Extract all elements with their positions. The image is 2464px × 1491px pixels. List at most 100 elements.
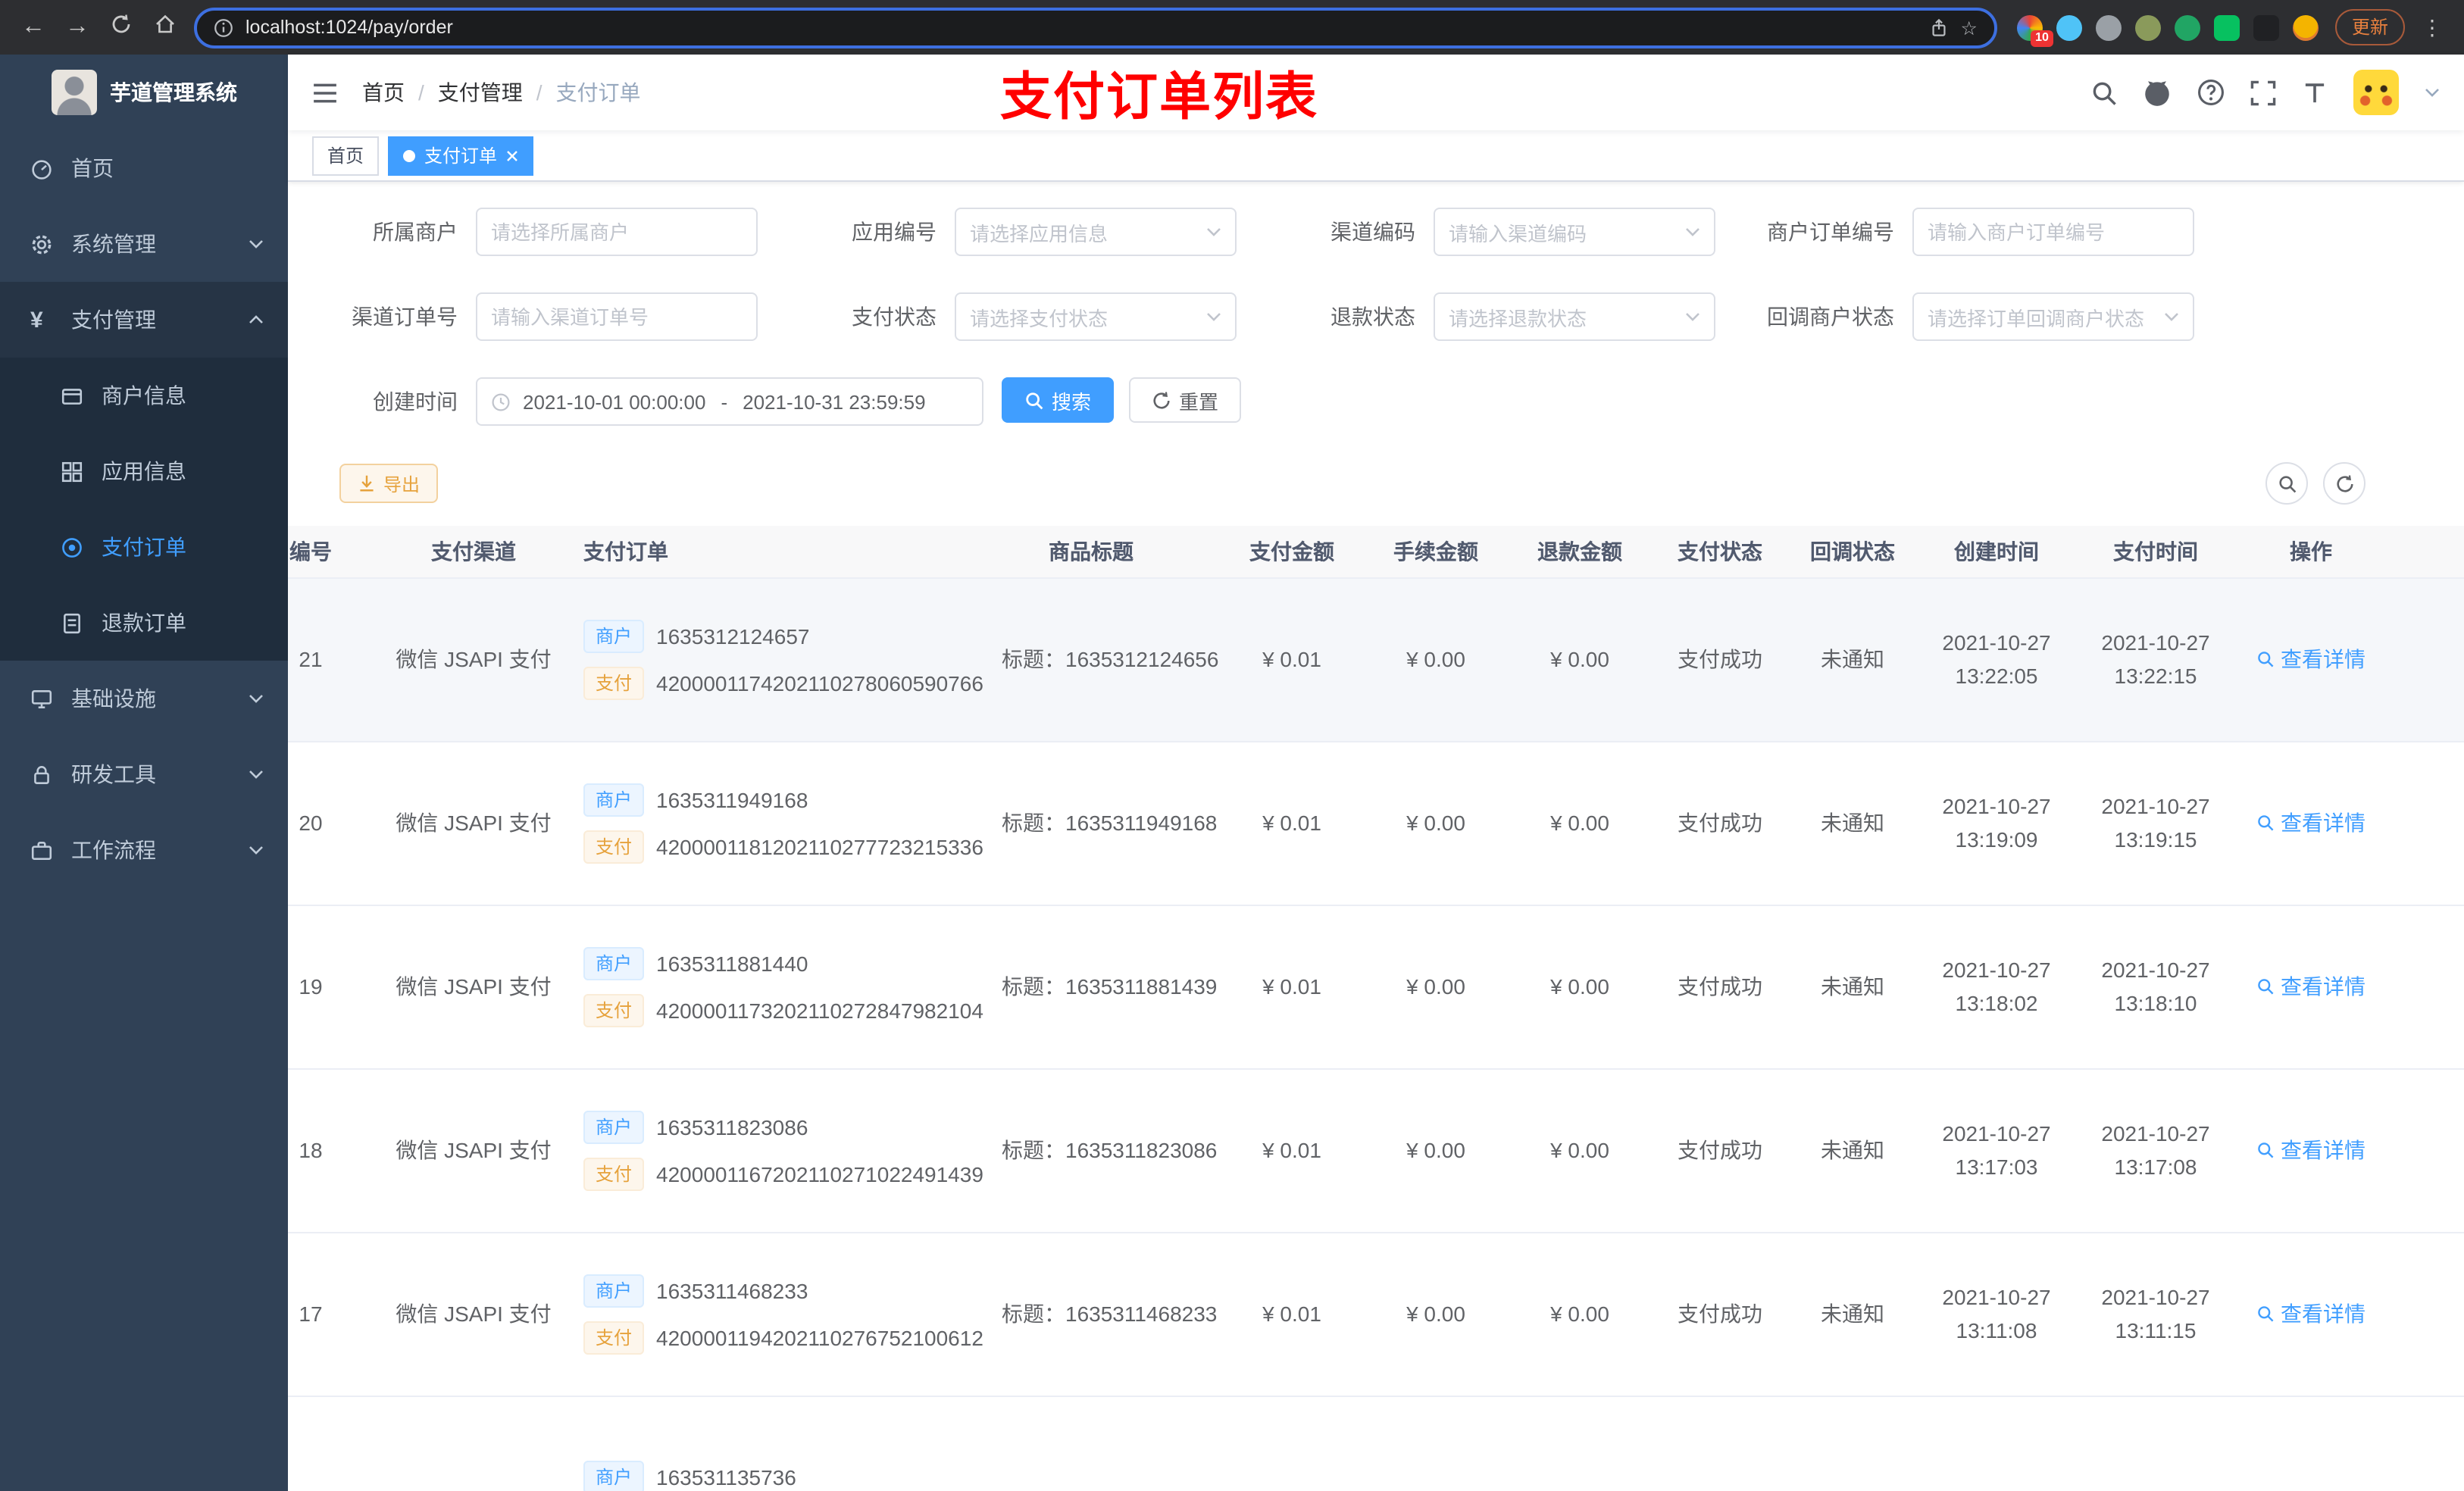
user-avatar[interactable]: [2353, 70, 2399, 115]
navbar-actions: [2091, 70, 2440, 115]
extension-green-check-icon[interactable]: [2174, 14, 2200, 40]
sidebar-item-workflow[interactable]: 工作流程: [0, 812, 288, 888]
sidebar-toggle-icon[interactable]: [312, 81, 338, 104]
sidebar-item-merchant-info[interactable]: 商户信息: [0, 358, 288, 433]
cell-channel: 微信 JSAPI 支付: [379, 1068, 568, 1233]
pay-order-no: 4200001173202110272847982104: [656, 998, 983, 1022]
channel-code-select[interactable]: 请输入渠道编码: [1434, 208, 1715, 256]
table-row[interactable]: 18 微信 JSAPI 支付 商户 1635311823086 支付 4200001…: [288, 1068, 2464, 1233]
page-content: 所属商户 应用编号 请选择应用信息: [288, 182, 2464, 1491]
extension-gray-icon[interactable]: [2095, 14, 2122, 40]
sidebar-item-label: 首页: [71, 156, 114, 180]
toggle-search-icon[interactable]: [2265, 462, 2308, 505]
tab-home[interactable]: 首页: [312, 136, 380, 175]
merchant-filter-input[interactable]: [476, 208, 758, 256]
bookmark-star-icon[interactable]: ☆: [1961, 16, 1978, 39]
breadcrumb-payment[interactable]: 支付管理: [438, 77, 523, 108]
github-icon[interactable]: [2143, 78, 2172, 107]
back-icon[interactable]: ←: [18, 14, 48, 39]
channel-order-no-input-wrap[interactable]: [476, 292, 758, 341]
sidebar-item-label: 支付订单: [102, 535, 186, 559]
close-icon[interactable]: [506, 149, 518, 161]
grid-icon: [61, 460, 83, 483]
create-time-range-picker[interactable]: 2021-10-01 00:00:00 - 2021-10-31 23:59:5…: [476, 377, 983, 426]
cell-id: [288, 1396, 379, 1491]
payment-submenu: 商户信息 应用信息 支付订单 退款订单: [0, 358, 288, 661]
browser-menu-icon[interactable]: ⋮: [2419, 14, 2446, 40]
extension-drop-icon[interactable]: [2056, 14, 2082, 40]
table-row[interactable]: 商户 163531135736: [288, 1396, 2464, 1491]
cell-title: 标题：1635311468233: [962, 1232, 1220, 1396]
sidebar-item-pay-order[interactable]: 支付订单: [0, 509, 288, 585]
sidebar-item-home[interactable]: 首页: [0, 130, 288, 206]
merchant-input[interactable]: [491, 220, 743, 243]
cell-notify: 未通知: [1788, 905, 1917, 1069]
pay-status-select[interactable]: 请选择支付状态: [955, 292, 1237, 341]
date-range-end[interactable]: 2021-10-31 23:59:59: [743, 390, 925, 413]
tab-pay-order[interactable]: 支付订单: [388, 136, 534, 175]
export-button[interactable]: 导出: [339, 464, 439, 503]
view-detail-link[interactable]: 查看详情: [2256, 644, 2366, 674]
refund-status-select[interactable]: 请选择退款状态: [1434, 292, 1715, 341]
target-icon: [61, 536, 83, 558]
home-icon[interactable]: [150, 14, 180, 41]
view-detail-link[interactable]: 查看详情: [2256, 971, 2366, 1002]
pay-tag: 支付: [583, 1321, 645, 1354]
merchant-order-no-input-wrap[interactable]: [1912, 208, 2194, 256]
cell-title: 标题：1635311823086: [962, 1068, 1220, 1233]
tags-view: 首页 支付订单: [288, 130, 2464, 182]
share-icon[interactable]: [1929, 17, 1949, 37]
refund-status-filter-label: 退款状态: [1330, 305, 1415, 329]
sidebar-item-app-info[interactable]: 应用信息: [0, 433, 288, 509]
search-icon[interactable]: [2091, 80, 2117, 105]
view-detail-link[interactable]: 查看详情: [2256, 1135, 2366, 1165]
cell-refund: ¥ 0.00: [1508, 905, 1652, 1069]
extension-olive-icon[interactable]: [2134, 14, 2161, 40]
chrome-update-button[interactable]: 更新: [2334, 9, 2405, 45]
table-row[interactable]: 20 微信 JSAPI 支付 商户 1635311949168 支付 4200001…: [288, 741, 2464, 905]
profile-avatar-icon[interactable]: [2292, 14, 2319, 40]
fontsize-icon[interactable]: [2302, 80, 2328, 105]
cell-pay-time: [2076, 1396, 2235, 1491]
table-row[interactable]: 21 微信 JSAPI 支付 商户 1635312124657 支付 4200001…: [288, 577, 2464, 742]
date-range-start[interactable]: 2021-10-01 00:00:00: [523, 390, 705, 413]
extensions-pin-icon[interactable]: [2253, 14, 2279, 40]
merchant-order-no-input[interactable]: [1928, 220, 2179, 243]
app-no-select[interactable]: 请选择应用信息: [955, 208, 1237, 256]
table-row[interactable]: 17 微信 JSAPI 支付 商户 1635311468233 支付 4200001…: [288, 1232, 2464, 1396]
channel-order-no-input[interactable]: [491, 305, 743, 328]
site-info-icon[interactable]: [214, 17, 233, 37]
cell-title: 标题：1635311881439: [962, 905, 1220, 1069]
url-text[interactable]: localhost:1024/pay/order: [245, 17, 1917, 38]
extension-colorful-icon[interactable]: 10: [2016, 14, 2053, 46]
sidebar-item-infra[interactable]: 基础设施: [0, 661, 288, 736]
sidebar-logo[interactable]: 芋道管理系统: [0, 55, 288, 130]
sidebar-item-payment[interactable]: ¥ 支付管理: [0, 282, 288, 358]
sidebar-item-refund-order[interactable]: 退款订单: [0, 585, 288, 661]
table-row[interactable]: 19 微信 JSAPI 支付 商户 1635311881440 支付 4200001…: [288, 905, 2464, 1069]
chevron-down-icon: [249, 770, 264, 779]
question-icon[interactable]: [2197, 79, 2225, 106]
cell-filler: [2387, 741, 2464, 905]
callback-status-select[interactable]: 请选择订单回调商户状态: [1912, 292, 2194, 341]
avatar-caret-icon[interactable]: [2425, 88, 2440, 97]
view-detail-link[interactable]: 查看详情: [2256, 808, 2366, 838]
pay-order-no: 4200001167202110271022491439: [656, 1161, 983, 1186]
cell-id: 17: [288, 1232, 379, 1396]
tab-label: 支付订单: [424, 145, 498, 167]
cell-channel: 微信 JSAPI 支付: [379, 905, 568, 1069]
extension-green-square-icon[interactable]: [2213, 14, 2240, 40]
reload-icon[interactable]: [106, 14, 136, 41]
reset-button[interactable]: 重置: [1129, 377, 1242, 423]
view-detail-link[interactable]: 查看详情: [2256, 1299, 2366, 1329]
cell-fee: ¥ 0.00: [1364, 1232, 1508, 1396]
search-button[interactable]: 搜索: [1002, 377, 1115, 423]
table-toolbar: 导出: [339, 462, 2464, 505]
address-bar[interactable]: localhost:1024/pay/order ☆: [194, 7, 1997, 48]
sidebar-item-devtools[interactable]: 研发工具: [0, 736, 288, 812]
sidebar-item-system[interactable]: 系统管理: [0, 206, 288, 282]
refresh-icon[interactable]: [2323, 462, 2366, 505]
breadcrumb-home[interactable]: 首页: [362, 77, 405, 108]
fullscreen-icon[interactable]: [2250, 80, 2276, 105]
forward-icon[interactable]: →: [62, 14, 92, 39]
